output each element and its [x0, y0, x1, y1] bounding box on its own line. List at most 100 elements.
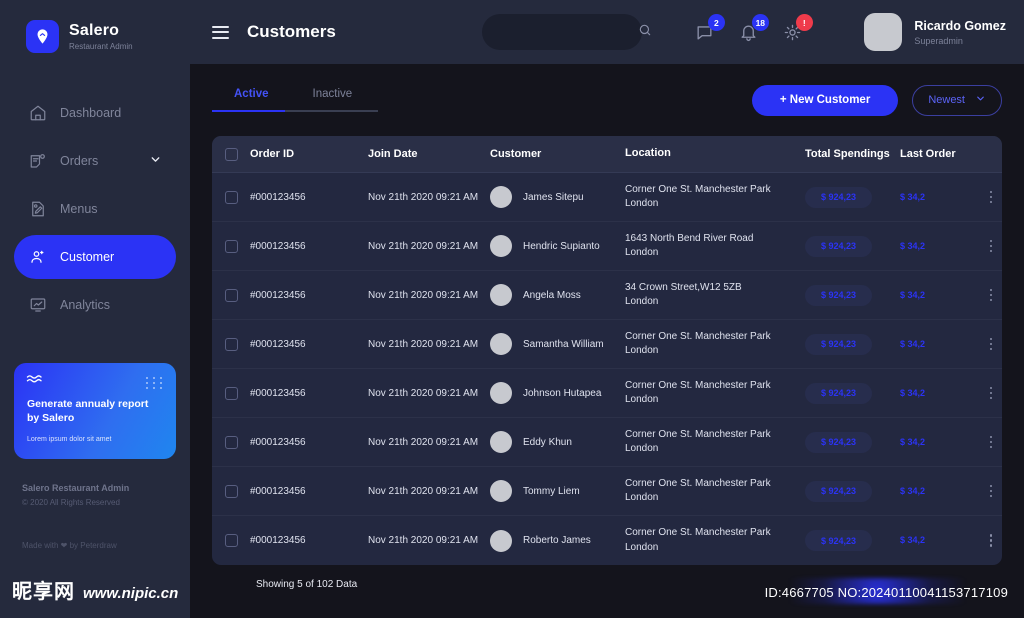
table-row[interactable]: #000123456 Nov 21th 2020 09:21 AM Eddy Khu…	[212, 418, 1002, 467]
sidebar-item-analytics[interactable]: Analytics	[14, 283, 176, 327]
search-input[interactable]	[495, 26, 638, 38]
avatar	[490, 235, 512, 257]
location-line-2: London	[625, 394, 659, 405]
location-line-1: Corner One St. Manchester Park	[625, 183, 771, 195]
row-actions-menu[interactable]	[980, 484, 1002, 498]
table-row[interactable]: #000123456 Nov 21th 2020 09:21 AM Angela M…	[212, 271, 1002, 320]
chevron-down-icon[interactable]	[149, 153, 162, 169]
row-checkbox[interactable]	[212, 484, 250, 498]
sidebar-item-label: Dashboard	[60, 106, 122, 120]
last-order-value: $ 34,2	[900, 191, 926, 202]
more-vertical-icon[interactable]	[989, 288, 993, 302]
sidebar-item-dashboard[interactable]: Dashboard	[14, 91, 176, 135]
brand-subtitle: Restaurant Admin	[69, 42, 133, 51]
location-line-1: Corner One St. Manchester Park	[625, 379, 771, 391]
row-actions-menu[interactable]	[980, 534, 1002, 547]
sidebar-item-customer[interactable]: Customer	[14, 235, 176, 279]
cell-last-order: $ 34,2	[900, 388, 980, 399]
user-profile[interactable]: Ricardo Gomez Superadmin	[864, 13, 1006, 51]
search-bar[interactable]	[481, 14, 651, 50]
cell-total-spendings: $ 924,23	[805, 480, 900, 502]
cell-last-order: $ 34,2	[900, 339, 980, 350]
more-vertical-icon[interactable]	[989, 534, 993, 547]
more-vertical-icon[interactable]	[989, 239, 993, 253]
row-checkbox[interactable]	[212, 337, 250, 351]
cell-customer: Johnson Hutapea	[490, 382, 625, 404]
row-actions-menu[interactable]	[980, 435, 1002, 449]
column-header-last-order[interactable]: Last Order	[900, 148, 980, 160]
new-customer-button[interactable]: + New Customer	[751, 84, 899, 116]
row-checkbox[interactable]	[212, 534, 250, 547]
row-checkbox[interactable]	[212, 435, 250, 449]
promo-title: Generate annualy report by Salero	[27, 398, 149, 425]
column-header-location[interactable]: Location	[625, 146, 805, 162]
hamburger-icon[interactable]	[212, 25, 229, 39]
row-actions-menu[interactable]	[980, 288, 1002, 302]
cell-join-date: Nov 21th 2020 09:21 AM	[368, 289, 479, 301]
column-header-total-spendings[interactable]: Total Spendings	[805, 148, 900, 160]
customers-table: Order ID Join Date Customer Location Tot…	[212, 136, 1002, 565]
cell-customer: Tommy Liem	[490, 480, 625, 502]
cell-customer-name: James Sitepu	[523, 191, 584, 203]
cell-location: 1643 North Bend River Road London	[625, 232, 805, 260]
menu-edit-icon	[28, 200, 47, 219]
spending-badge: $ 924,23	[805, 480, 873, 502]
tab-active[interactable]: Active	[212, 88, 291, 112]
location-line-1: 34 Crown Street,W12 5ZB	[625, 281, 742, 293]
gear-icon[interactable]: !	[782, 14, 813, 43]
message-icon[interactable]: 2	[694, 14, 725, 43]
column-header-customer[interactable]: Customer	[490, 148, 625, 160]
toolbar-actions: + New Customer Newest	[751, 84, 1002, 116]
table-header-row: Order ID Join Date Customer Location Tot…	[212, 136, 1002, 173]
sort-dropdown[interactable]: Newest	[912, 84, 1002, 116]
row-checkbox[interactable]	[212, 239, 250, 253]
row-actions-menu[interactable]	[980, 386, 1002, 400]
table-row[interactable]: #000123456 Nov 21th 2020 09:21 AM James Si…	[212, 173, 1002, 222]
cell-location: 34 Crown Street,W12 5ZB London	[625, 281, 805, 309]
watermark-logo-cn: 昵享网	[12, 581, 75, 603]
cell-last-order: $ 34,2	[900, 241, 980, 252]
brand[interactable]: Salero Restaurant Admin	[0, 14, 190, 53]
sidebar-item-menus[interactable]: Menus	[14, 187, 176, 231]
table-row[interactable]: #000123456 Nov 21th 2020 09:21 AM Samantha…	[212, 320, 1002, 369]
page-title: Customers	[247, 22, 336, 41]
more-vertical-icon[interactable]	[989, 386, 993, 400]
column-header-join-date[interactable]: Join Date	[368, 148, 490, 160]
select-all-checkbox[interactable]	[212, 147, 250, 161]
location-line-2: London	[625, 443, 659, 454]
search-icon[interactable]	[638, 23, 652, 42]
promo-card[interactable]: Generate annualy report by Salero Lorem …	[14, 363, 176, 459]
row-checkbox[interactable]	[212, 190, 250, 204]
spending-badge: $ 924,23	[805, 186, 873, 208]
table-row[interactable]: #000123456 Nov 21th 2020 09:21 AM Tommy Li…	[212, 467, 1002, 516]
column-header-order-id[interactable]: Order ID	[250, 148, 368, 160]
table-row[interactable]: #000123456 Nov 21th 2020 09:21 AM Roberto …	[212, 516, 1002, 565]
row-checkbox[interactable]	[212, 386, 250, 400]
row-actions-menu[interactable]	[980, 239, 1002, 253]
spending-badge: $ 924,23	[805, 431, 873, 453]
table-row[interactable]: #000123456 Nov 21th 2020 09:21 AM Hendric …	[212, 222, 1002, 271]
table-row[interactable]: #000123456 Nov 21th 2020 09:21 AM Johnson …	[212, 369, 1002, 418]
spending-badge: $ 924,23	[805, 284, 873, 306]
tab-inactive[interactable]: Inactive	[291, 88, 375, 112]
cell-join-date: Nov 21th 2020 09:21 AM	[368, 240, 479, 252]
cell-total-spendings: $ 924,23	[805, 284, 900, 306]
row-actions-menu[interactable]	[980, 337, 1002, 351]
more-vertical-icon[interactable]	[989, 484, 993, 498]
more-vertical-icon[interactable]	[989, 337, 993, 351]
watermark-url: www.nipic.cn	[83, 585, 179, 602]
cell-join-date: Nov 21th 2020 09:21 AM	[368, 535, 479, 546]
sidebar-item-orders[interactable]: Orders	[14, 139, 176, 183]
avatar	[490, 529, 512, 552]
bell-icon[interactable]: 18	[738, 14, 769, 43]
last-order-value: $ 34,2	[900, 338, 926, 349]
cell-join-date: Nov 21th 2020 09:21 AM	[368, 191, 479, 203]
more-vertical-icon[interactable]	[989, 190, 993, 204]
location-line-1: Corner One St. Manchester Park	[625, 477, 771, 489]
row-checkbox[interactable]	[212, 288, 250, 302]
sidebar-item-label: Customer	[60, 250, 115, 264]
more-vertical-icon[interactable]	[989, 435, 993, 449]
row-actions-menu[interactable]	[980, 190, 1002, 204]
cell-location: Corner One St. Manchester Park London	[625, 379, 805, 407]
last-order-value: $ 34,2	[900, 289, 926, 300]
